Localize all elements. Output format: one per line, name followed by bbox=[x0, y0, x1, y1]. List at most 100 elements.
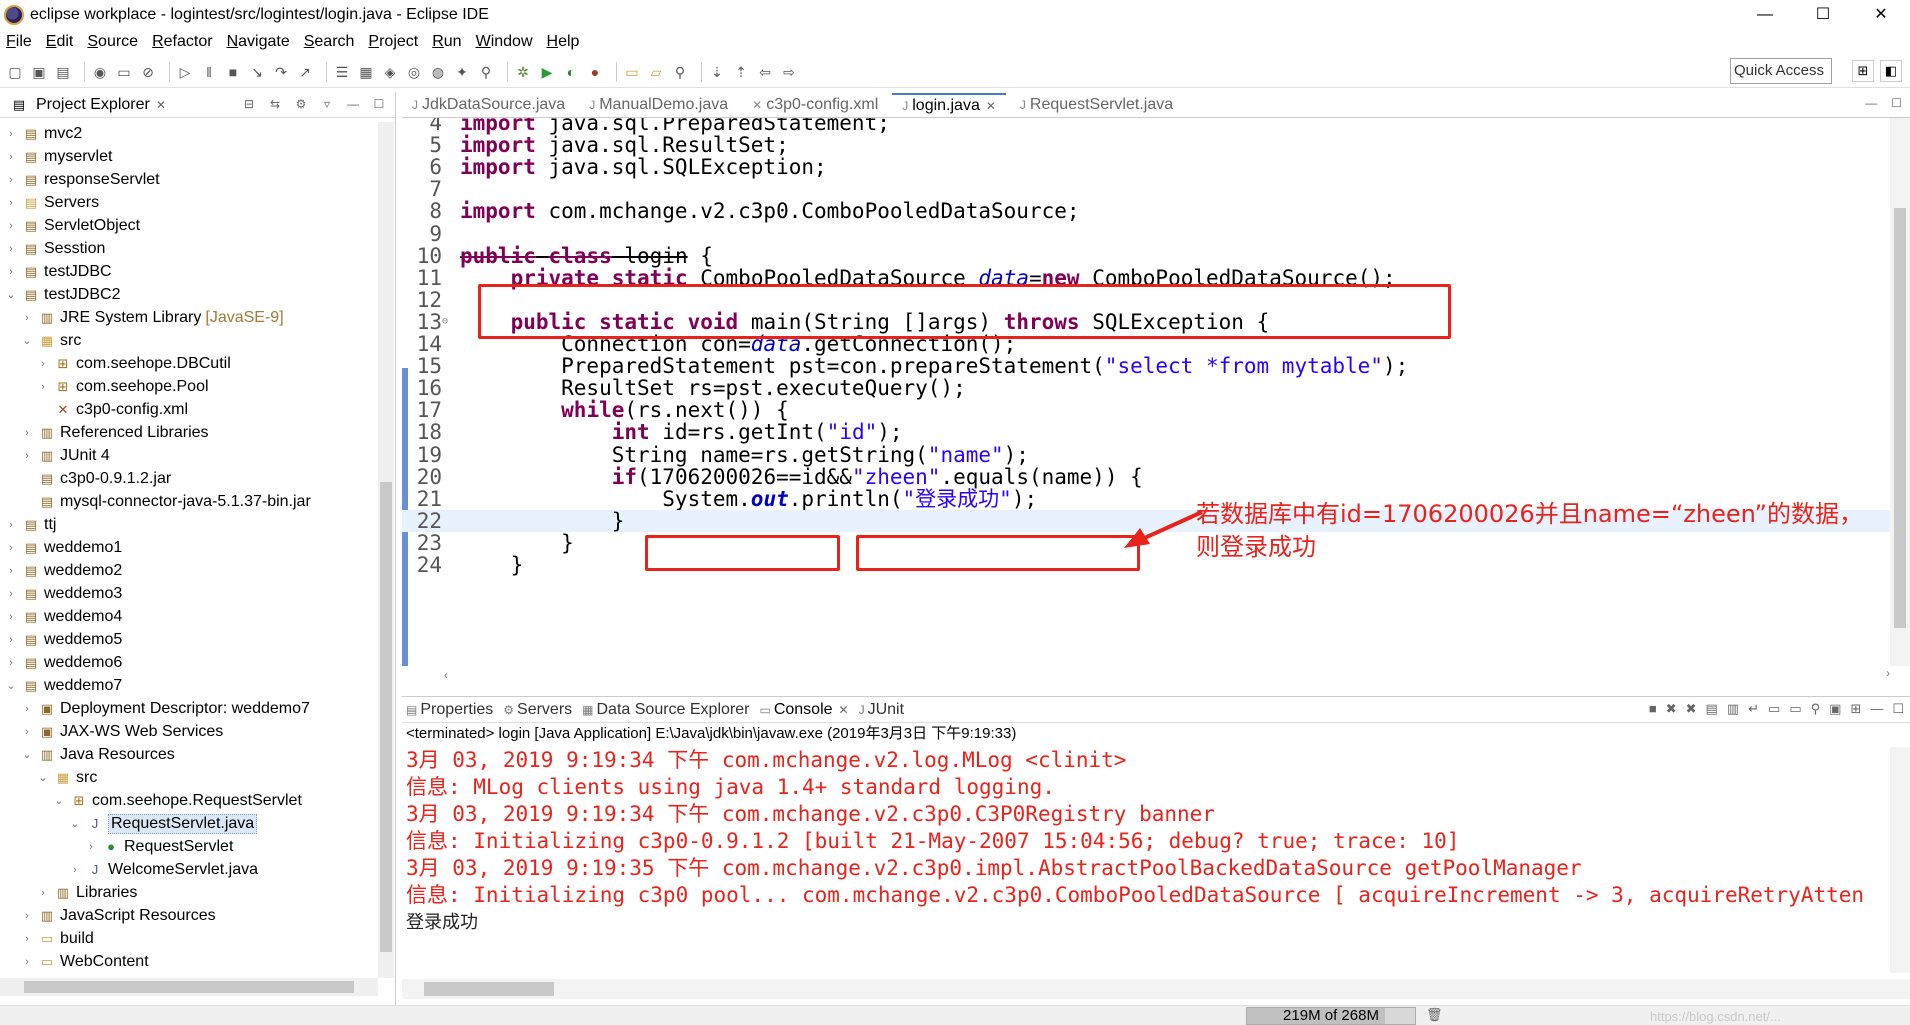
skip-breakpoints-icon[interactable]: ⊘ bbox=[139, 63, 157, 81]
server-icon[interactable]: ◈ bbox=[381, 63, 399, 81]
tree-item[interactable]: › ⊞ com.seehope.Pool bbox=[0, 375, 376, 398]
collapsed-arrow-icon[interactable]: › bbox=[4, 657, 18, 669]
scroll-right-icon[interactable]: › bbox=[1886, 666, 1890, 680]
pin-icon[interactable]: ⚲ bbox=[477, 63, 495, 81]
debug-settings-icon[interactable]: ◉ bbox=[91, 63, 109, 81]
scrollbar-thumb[interactable] bbox=[424, 982, 554, 996]
step-return-icon[interactable]: ↗ bbox=[296, 63, 314, 81]
view-tab-console[interactable]: ▭ Console ✕ bbox=[759, 701, 848, 719]
code-line[interactable]: 4 import java.sql.PreparedStatement; bbox=[402, 118, 1890, 134]
close-icon[interactable]: ✕ bbox=[839, 703, 849, 717]
console-output[interactable]: 3月 03, 2019 9:19:34 下午 com.mchange.v2.lo… bbox=[406, 747, 1890, 973]
scrollbar-thumb[interactable] bbox=[1894, 208, 1906, 628]
editor-tab[interactable]: J JdkDataSource.java bbox=[402, 93, 575, 117]
editor-tab[interactable]: J ManualDemo.java bbox=[579, 93, 738, 117]
collapsed-arrow-icon[interactable]: › bbox=[4, 197, 18, 209]
terminal-icon[interactable]: ▭ bbox=[115, 63, 133, 81]
menu-project[interactable]: Project bbox=[368, 33, 418, 51]
console-horizontal-scrollbar[interactable] bbox=[402, 979, 1910, 999]
minimize-icon[interactable]: — bbox=[1870, 701, 1883, 717]
collapsed-arrow-icon[interactable]: › bbox=[20, 312, 34, 324]
code-line[interactable]: 5 import java.sql.ResultSet; bbox=[402, 134, 1890, 156]
editor-horizontal-scrollbar[interactable]: ‹ › bbox=[444, 666, 1890, 684]
collapsed-arrow-icon[interactable]: › bbox=[20, 427, 34, 439]
tree-item[interactable]: › ▤ testJDBC bbox=[0, 260, 376, 283]
tree-item[interactable]: › ▥ JRE System Library [JavaSE-9] bbox=[0, 306, 376, 329]
collapsed-arrow-icon[interactable]: › bbox=[4, 151, 18, 163]
minimize-icon[interactable]: — bbox=[1865, 96, 1877, 110]
code-line[interactable]: 19 String name=rs.getString("name"); bbox=[402, 444, 1890, 466]
word-wrap-icon[interactable]: ↵ bbox=[1748, 701, 1759, 717]
collapsed-arrow-icon[interactable]: › bbox=[36, 381, 50, 393]
save-icon[interactable]: ▣ bbox=[30, 63, 48, 81]
tree-item[interactable]: › ▤ weddemo3 bbox=[0, 582, 376, 605]
code-line[interactable]: 8 import com.mchange.v2.c3p0.ComboPooledD… bbox=[402, 200, 1890, 222]
collapsed-arrow-icon[interactable]: › bbox=[20, 956, 34, 968]
expanded-arrow-icon[interactable]: ⌄ bbox=[52, 794, 66, 807]
editor-vertical-scrollbar[interactable] bbox=[1890, 118, 1910, 666]
tree-item[interactable]: ⌄ ⊞ com.seehope.RequestServlet bbox=[0, 789, 376, 812]
code-line[interactable]: 17 while(rs.next()) { bbox=[402, 399, 1890, 421]
code-line[interactable]: 10 public class login { bbox=[402, 245, 1890, 267]
tree-item[interactable]: ⌄ ▦ src bbox=[0, 329, 376, 352]
open-perspective-icon[interactable]: ⊞ bbox=[1852, 60, 1874, 82]
tree-item[interactable]: ⌄ ▤ weddemo7 bbox=[0, 674, 376, 697]
collapsed-arrow-icon[interactable]: › bbox=[20, 910, 34, 922]
collapsed-arrow-icon[interactable]: › bbox=[4, 128, 18, 140]
tree-item[interactable]: › ▣ JAX-WS Web Services bbox=[0, 720, 376, 743]
collapsed-arrow-icon[interactable]: › bbox=[4, 220, 18, 232]
tree-item[interactable]: › ▤ Servers bbox=[0, 191, 376, 214]
tree-item[interactable]: › ▥ JavaScript Resources bbox=[0, 904, 376, 927]
menu-help[interactable]: Help bbox=[547, 33, 580, 51]
view-menu-icon[interactable]: ▿ bbox=[319, 96, 335, 112]
minimize-button[interactable]: — bbox=[1736, 0, 1794, 30]
menu-edit[interactable]: Edit bbox=[46, 33, 74, 51]
show-stdout-icon[interactable]: ▭ bbox=[1768, 701, 1780, 717]
collapsed-arrow-icon[interactable]: › bbox=[4, 542, 18, 554]
show-stderr-icon[interactable]: ▭ bbox=[1789, 701, 1801, 717]
editor-tab[interactable]: ✕ c3p0-config.xml bbox=[742, 93, 888, 117]
database-icon[interactable]: ◎ bbox=[405, 63, 423, 81]
tree-item[interactable]: › ▭ build bbox=[0, 927, 376, 950]
wizard-icon[interactable]: ✦ bbox=[453, 63, 471, 81]
tree-item[interactable]: › ▤ weddemo2 bbox=[0, 559, 376, 582]
tree-item[interactable]: › ▥ Libraries bbox=[0, 881, 376, 904]
heap-status[interactable]: 219M of 268M bbox=[1246, 1007, 1416, 1025]
new-icon[interactable]: ▢ bbox=[6, 63, 24, 81]
view-tab-junit[interactable]: J JUnit bbox=[859, 701, 904, 719]
maximize-icon[interactable]: ☐ bbox=[371, 96, 387, 112]
tree-item[interactable]: ⌄ ▤ testJDBC2 bbox=[0, 283, 376, 306]
save-all-icon[interactable]: ▤ bbox=[54, 63, 72, 81]
tree-item[interactable]: ⌄ J RequestServlet.java bbox=[0, 812, 376, 835]
scroll-lock-icon[interactable]: ▥ bbox=[1727, 701, 1739, 717]
console-vertical-scrollbar[interactable] bbox=[1890, 747, 1910, 973]
project-tree-vertical-scrollbar[interactable] bbox=[378, 122, 394, 978]
collapsed-arrow-icon[interactable]: › bbox=[20, 726, 34, 738]
pin-console-icon[interactable]: ⚲ bbox=[1811, 701, 1821, 717]
forward-icon[interactable]: ⇨ bbox=[780, 63, 798, 81]
remove-launch-icon[interactable]: ✖ bbox=[1666, 701, 1677, 717]
collapsed-arrow-icon[interactable]: › bbox=[68, 864, 82, 876]
menu-window[interactable]: Window bbox=[476, 33, 533, 51]
view-tab-servers[interactable]: ⚙ Servers bbox=[503, 701, 572, 719]
editor-tab[interactable]: Jlogin.java ✕ bbox=[892, 93, 1006, 117]
code-line[interactable]: 7 bbox=[402, 178, 1890, 200]
menu-navigate[interactable]: Navigate bbox=[227, 33, 290, 51]
tree-item[interactable]: ▤ mysql-connector-java-5.1.37-bin.jar bbox=[0, 490, 376, 513]
minimize-icon[interactable]: — bbox=[345, 96, 361, 112]
display-console-icon[interactable]: ▣ bbox=[1829, 701, 1841, 717]
code-line[interactable]: 6 import java.sql.SQLException; bbox=[402, 156, 1890, 178]
tree-item[interactable]: › ▤ Sesstion bbox=[0, 237, 376, 260]
collapsed-arrow-icon[interactable]: › bbox=[4, 634, 18, 646]
resume-icon[interactable]: ▷ bbox=[176, 63, 194, 81]
tree-item[interactable]: › ⊞ com.seehope.DBCutil bbox=[0, 352, 376, 375]
tree-item[interactable]: › ▥ Referenced Libraries bbox=[0, 421, 376, 444]
prev-annotation-icon[interactable]: ⇡ bbox=[732, 63, 750, 81]
open-type-icon[interactable]: ▭ bbox=[623, 63, 641, 81]
tree-item[interactable]: › ▤ mvc2 bbox=[0, 122, 376, 145]
expanded-arrow-icon[interactable]: ⌄ bbox=[36, 771, 50, 784]
tree-item[interactable]: › J WelcomeServlet.java bbox=[0, 858, 376, 881]
coverage-icon[interactable]: ◐ bbox=[562, 63, 580, 81]
external-tools-icon[interactable]: ● bbox=[586, 63, 604, 81]
maximize-button[interactable]: ☐ bbox=[1794, 0, 1852, 30]
